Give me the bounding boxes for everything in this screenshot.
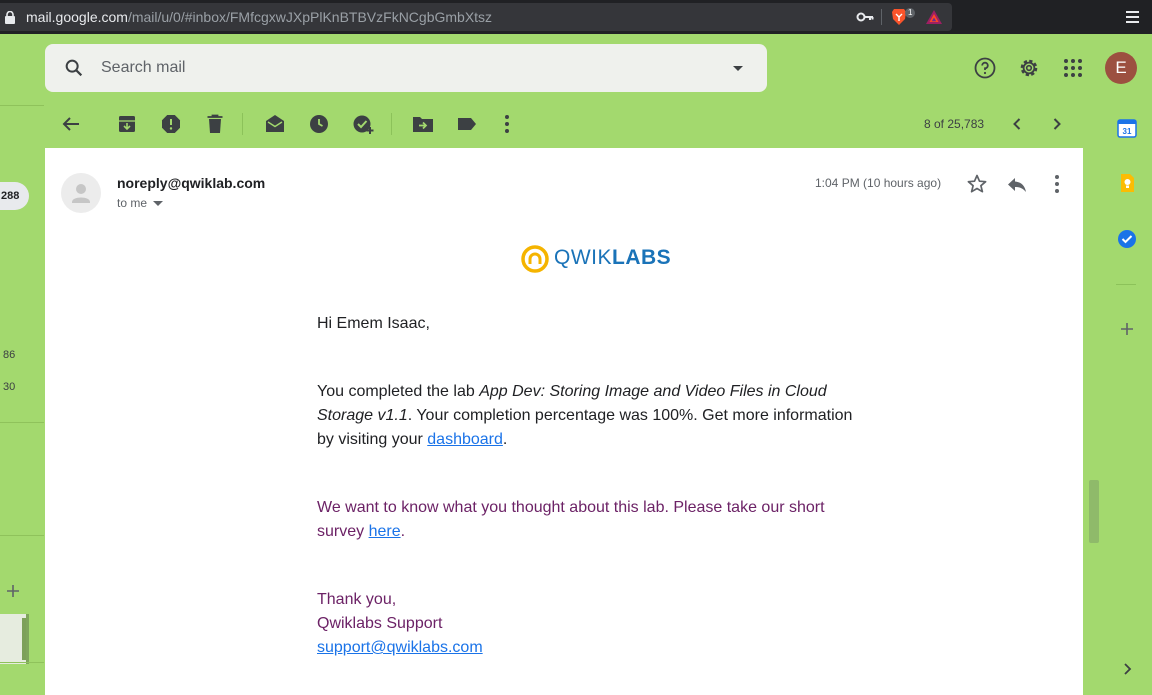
snooze-clock-icon[interactable] xyxy=(307,112,331,136)
qwiklabs-wordmark: QWIKLABS xyxy=(554,246,671,270)
pager-count: 8 of 25,783 xyxy=(924,117,985,131)
browser-bar: mail.google.com/mail/u/0/#inbox/FMfcgxwJ… xyxy=(0,0,1152,34)
url-text[interactable]: mail.google.com/mail/u/0/#inbox/FMfcgxwJ… xyxy=(26,9,492,25)
browser-menu-icon[interactable] xyxy=(1126,10,1139,24)
sidebar-divider xyxy=(0,535,44,536)
brand-wordmark-bold: LABS xyxy=(612,246,672,269)
get-addons-plus-icon[interactable] xyxy=(1117,319,1137,339)
person-icon xyxy=(72,184,90,203)
sender-email[interactable]: noreply@qwiklab.com xyxy=(117,175,265,191)
label-tag-icon[interactable] xyxy=(455,112,479,136)
completion-text-suffix: . xyxy=(502,431,508,448)
show-side-panel-chevron-icon[interactable] xyxy=(1117,659,1137,679)
move-to-icon[interactable] xyxy=(411,112,435,136)
address-bar-divider xyxy=(881,9,882,25)
keep-icon[interactable] xyxy=(1117,173,1137,193)
account-avatar[interactable]: E xyxy=(1105,52,1137,84)
add-label-icon[interactable] xyxy=(4,582,22,600)
message-more-icon[interactable] xyxy=(1045,172,1069,196)
delete-trash-icon[interactable] xyxy=(203,112,227,136)
toolbar-divider xyxy=(391,113,392,135)
calendar-day: 31 xyxy=(1123,127,1132,136)
lock-icon xyxy=(5,11,15,24)
tasks-icon[interactable] xyxy=(1117,229,1137,249)
toolbar-divider xyxy=(242,113,243,135)
greeting: Hi Emem Isaac, xyxy=(317,315,430,332)
survey-paragraph: We want to know what you thought about t… xyxy=(317,496,857,544)
archive-icon[interactable] xyxy=(115,112,139,136)
settings-gear-icon[interactable] xyxy=(1017,56,1041,80)
brave-shields-count: 1 xyxy=(905,8,916,18)
back-arrow-icon[interactable] xyxy=(59,112,83,136)
url-host: mail.google.com xyxy=(26,9,128,25)
completion-paragraph: You completed the lab App Dev: Storing I… xyxy=(317,380,857,452)
closing: Thank you, xyxy=(317,591,397,608)
message-scrollbar-thumb[interactable] xyxy=(1089,480,1099,543)
sidebar-count: 86 xyxy=(3,349,16,361)
sidebar-divider xyxy=(0,662,44,663)
sender-avatar[interactable] xyxy=(61,173,101,213)
star-icon[interactable] xyxy=(965,172,989,196)
sidebar-divider xyxy=(0,422,44,423)
sidebar-panel-scrollbar[interactable] xyxy=(22,618,26,660)
survey-link[interactable]: here xyxy=(369,523,401,540)
help-icon[interactable] xyxy=(973,56,997,80)
search-input[interactable] xyxy=(101,56,701,80)
brand-wordmark-light: QWIK xyxy=(554,246,612,269)
newer-chevron-left-icon[interactable] xyxy=(1005,112,1029,136)
qwiklabs-logo: QWIKLABS xyxy=(521,244,671,274)
signature: Qwiklabs Support xyxy=(317,615,443,632)
side-panel-divider xyxy=(1116,284,1136,285)
sidebar-divider xyxy=(0,105,44,106)
survey-text-suffix: . xyxy=(400,523,406,540)
support-email-link[interactable]: support@qwiklabs.com xyxy=(317,639,483,656)
more-options-icon[interactable] xyxy=(495,112,519,136)
side-panel: 31 xyxy=(1100,100,1152,695)
unread-count-badge[interactable]: 288 xyxy=(0,182,29,210)
message-timestamp: 1:04 PM (10 hours ago) xyxy=(815,176,942,190)
search-icon[interactable] xyxy=(63,57,85,79)
support-email-line: support@qwiklabs.com xyxy=(317,636,857,660)
reply-icon[interactable] xyxy=(1005,172,1029,196)
brave-rewards-icon[interactable] xyxy=(925,9,943,25)
message-view: noreply@qwiklab.com to me 1:04 PM (10 ho… xyxy=(45,148,1083,695)
mark-unread-icon[interactable] xyxy=(263,112,287,136)
search-box[interactable] xyxy=(45,44,767,92)
sidebar-count: 30 xyxy=(3,381,16,393)
qwiklabs-logo-icon xyxy=(521,245,549,273)
key-icon[interactable] xyxy=(856,10,874,24)
show-details-caret-icon[interactable] xyxy=(153,201,163,207)
calendar-icon[interactable]: 31 xyxy=(1117,118,1137,138)
url-path: /mail/u/0/#inbox/FMfcgxwJXpPlKnBTBVzFkNC… xyxy=(127,9,493,25)
dashboard-link[interactable]: dashboard xyxy=(427,431,503,448)
report-spam-icon[interactable] xyxy=(159,112,183,136)
completion-text-prefix: You completed the lab xyxy=(317,383,480,400)
older-chevron-right-icon[interactable] xyxy=(1045,112,1069,136)
recipient-label: to me xyxy=(117,196,148,210)
address-bar[interactable]: mail.google.com/mail/u/0/#inbox/FMfcgxwJ… xyxy=(0,3,952,31)
apps-grid-icon[interactable] xyxy=(1061,56,1085,80)
add-to-tasks-icon[interactable] xyxy=(351,112,375,136)
search-options-icon[interactable] xyxy=(730,61,746,75)
